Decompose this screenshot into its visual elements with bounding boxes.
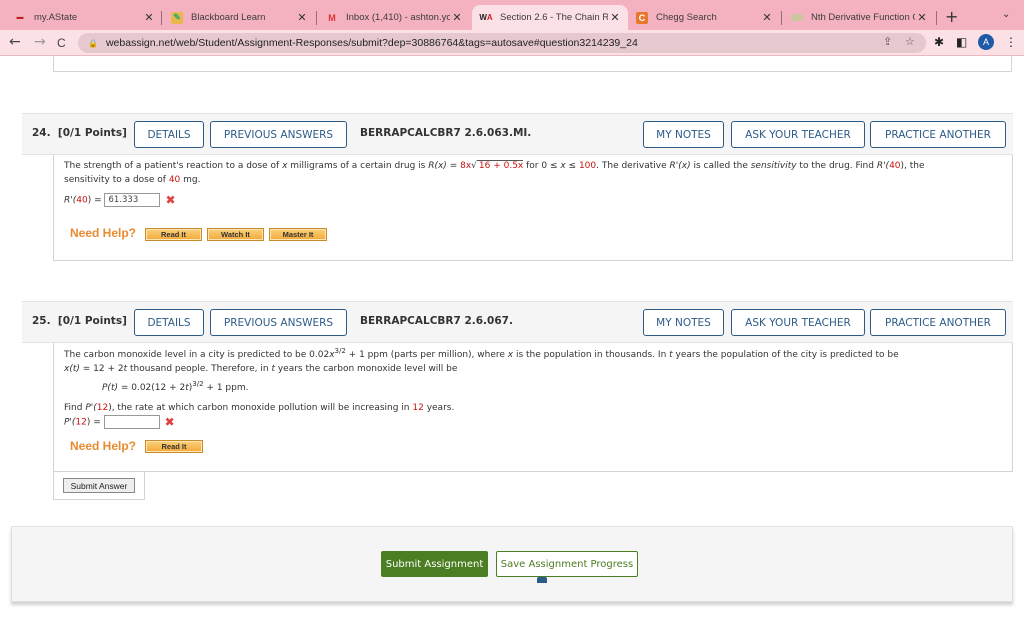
question-prompt: The strength of a patient's reaction to … — [64, 160, 925, 185]
tab-divider — [936, 11, 937, 25]
browser-toolbar: ← → C 🔒 webassign.net/web/Student/Assign… — [0, 30, 1024, 56]
answer-row: P'(12) = ✖ — [64, 415, 175, 429]
tab-divider — [781, 11, 782, 25]
bookmark-star-icon[interactable]: ☆ — [905, 35, 915, 48]
question-task: Find P'(12), the rate at which carbon mo… — [64, 403, 455, 413]
question-25-header: 25. [0/1 Points] DETAILS PREVIOUS ANSWER… — [22, 301, 1013, 343]
lock-icon[interactable]: 🔒 — [88, 39, 98, 48]
answer-input[interactable]: 61.333 — [104, 193, 161, 207]
submit-assignment-button[interactable]: Submit Assignment — [381, 551, 488, 577]
tab-nth-derivative[interactable]: Nth Derivative Function Ca ✕ — [783, 5, 935, 30]
read-it-button[interactable]: Read It — [145, 228, 202, 241]
close-tab-icon[interactable]: ✕ — [760, 11, 774, 24]
tab-webassign-section[interactable]: WA Section 2.6 - The Chain Ru ✕ — [472, 5, 628, 30]
calculator-site-icon — [791, 14, 803, 21]
incorrect-x-icon: ✖ — [165, 193, 176, 207]
ask-your-teacher-button[interactable]: ASK YOUR TEACHER — [731, 121, 865, 148]
previous-answers-button[interactable]: PREVIOUS ANSWERS — [210, 121, 347, 148]
tab-divider — [316, 11, 317, 25]
url-path: /web/Student/Assignment-Responses/submit… — [173, 37, 638, 49]
extensions-puzzle-icon[interactable]: ✱ — [934, 35, 944, 49]
new-tab-button[interactable]: + — [945, 7, 958, 26]
close-tab-icon[interactable]: ✕ — [915, 11, 929, 24]
master-it-button[interactable]: Master It — [269, 228, 327, 241]
chegg-icon: C — [636, 11, 648, 24]
webassign-icon: WA — [479, 13, 493, 22]
tab-blackboard[interactable]: ✎ Blackboard Learn ✕ — [163, 5, 315, 30]
question-prompt: The carbon monoxide level in a city is p… — [64, 347, 899, 375]
tab-gmail-inbox[interactable]: M Inbox (1,410) - ashton.youn ✕ — [318, 5, 470, 30]
back-button[interactable]: ← — [9, 34, 21, 50]
browser-menu-icon[interactable]: ⋮ — [1005, 35, 1017, 49]
gmail-icon: M — [328, 12, 336, 23]
incorrect-x-icon: ✖ — [164, 415, 175, 429]
question-25-body: The carbon monoxide level in a city is p… — [53, 343, 1013, 472]
close-tab-icon[interactable]: ✕ — [608, 11, 622, 24]
read-it-button[interactable]: Read It — [145, 440, 203, 453]
url-domain: webassign.net — [105, 37, 174, 49]
share-icon[interactable]: ⇪ — [883, 35, 892, 48]
tab-divider — [161, 11, 162, 25]
question-code: BERRAPCALCBR7 2.6.067. — [360, 315, 513, 327]
assignment-actions-panel: Submit Assignment Save Assignment Progre… — [11, 526, 1013, 602]
question-number: 24. [0/1 Points] — [32, 127, 127, 139]
previous-answers-button[interactable]: PREVIOUS ANSWERS — [210, 309, 347, 336]
formula: P(t) = 0.02(12 + 2t)3/2 + 1 ppm. — [102, 380, 249, 394]
question-code: BERRAPCALCBR7 2.6.063.MI. — [360, 127, 532, 139]
tab-chegg-search[interactable]: C Chegg Search ✕ — [628, 5, 780, 30]
profile-avatar[interactable]: A — [978, 34, 994, 50]
astate-logo-icon: ▬ — [16, 14, 24, 21]
previous-question-box — [53, 55, 1012, 72]
address-bar[interactable]: 🔒 webassign.net/web/Student/Assignment-R… — [78, 33, 926, 53]
browser-tab-bar: ▬ my.AState ✕ ✎ Blackboard Learn ✕ M Inb… — [0, 0, 1024, 30]
reload-button[interactable]: C — [57, 36, 66, 50]
answer-row: R'(40) = 61.333 ✖ — [64, 193, 176, 207]
close-tab-icon[interactable]: ✕ — [450, 11, 464, 24]
question-number: 25. [0/1 Points] — [32, 315, 127, 327]
blackboard-icon: ✎ — [171, 11, 183, 24]
need-help-label: Need Help? — [70, 226, 137, 240]
page-footer-icon — [537, 577, 547, 583]
close-tab-icon[interactable]: ✕ — [142, 11, 156, 24]
need-help-label: Need Help? — [70, 439, 137, 453]
side-panel-icon[interactable]: ◧ — [956, 35, 967, 49]
save-assignment-progress-button[interactable]: Save Assignment Progress — [496, 551, 638, 577]
tab-search-chevron-icon[interactable]: ⌄ — [1002, 9, 1010, 20]
details-button[interactable]: DETAILS — [134, 309, 204, 336]
submit-answer-button[interactable]: Submit Answer — [63, 478, 135, 493]
tab-my-astate[interactable]: ▬ my.AState ✕ — [6, 5, 162, 30]
question-24-body: The strength of a patient's reaction to … — [53, 155, 1013, 261]
forward-button[interactable]: → — [34, 34, 46, 50]
details-button[interactable]: DETAILS — [134, 121, 204, 148]
my-notes-button[interactable]: MY NOTES — [643, 121, 724, 148]
practice-another-button[interactable]: PRACTICE ANOTHER — [870, 309, 1006, 336]
practice-another-button[interactable]: PRACTICE ANOTHER — [870, 121, 1006, 148]
assignment-page: 24. [0/1 Points] DETAILS PREVIOUS ANSWER… — [0, 55, 1024, 640]
ask-your-teacher-button[interactable]: ASK YOUR TEACHER — [731, 309, 865, 336]
question-24-header: 24. [0/1 Points] DETAILS PREVIOUS ANSWER… — [22, 113, 1013, 155]
close-tab-icon[interactable]: ✕ — [295, 11, 309, 24]
my-notes-button[interactable]: MY NOTES — [643, 309, 724, 336]
watch-it-button[interactable]: Watch It — [207, 228, 264, 241]
answer-input[interactable] — [103, 415, 160, 429]
